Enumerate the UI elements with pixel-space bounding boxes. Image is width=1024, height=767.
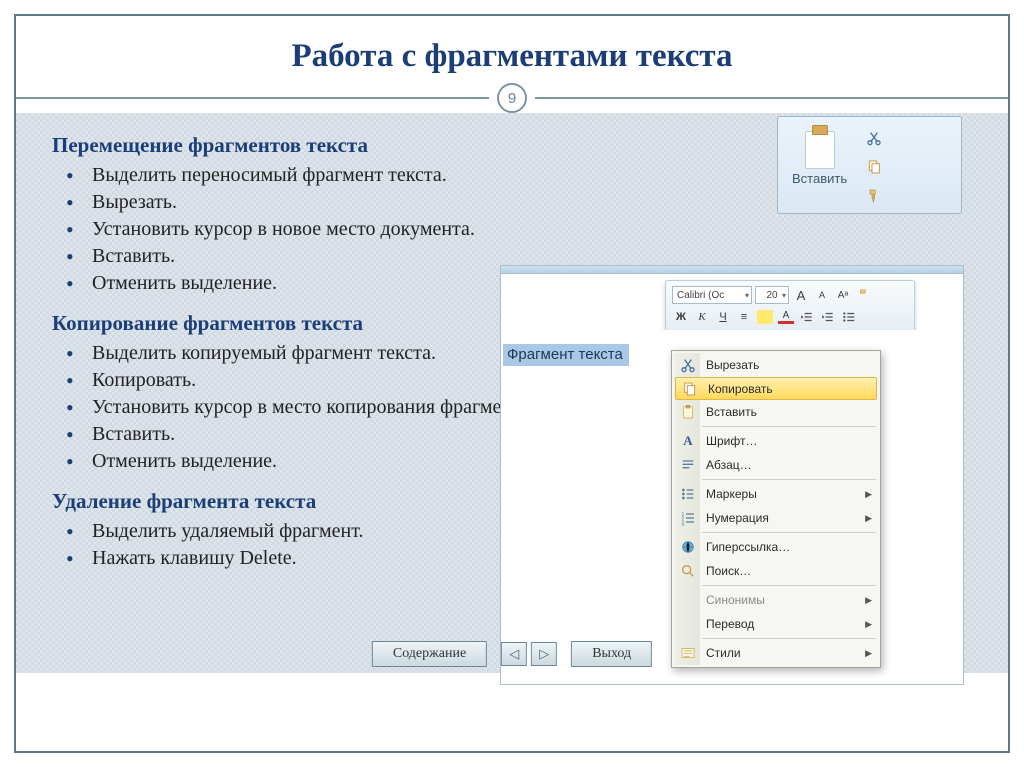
- menu-paste[interactable]: Вставить: [674, 400, 878, 424]
- shrink-font-button[interactable]: A: [813, 286, 831, 304]
- menu-label: Шрифт…: [706, 434, 872, 448]
- menu-label: Вырезать: [706, 358, 872, 372]
- submenu-arrow-icon: ▶: [865, 595, 872, 606]
- exit-button[interactable]: Выход: [571, 641, 652, 667]
- align-center-button[interactable]: ≡: [735, 308, 753, 326]
- paragraph-icon: [678, 455, 698, 475]
- submenu-arrow-icon: ▶: [865, 513, 872, 524]
- blank-icon: [678, 614, 698, 634]
- submenu-arrow-icon: ▶: [865, 619, 872, 630]
- svg-text:3: 3: [681, 521, 684, 526]
- menu-label: Синонимы: [706, 593, 857, 607]
- prev-button[interactable]: ◁: [501, 642, 527, 666]
- triangle-right-icon: ▷: [539, 646, 549, 662]
- italic-button[interactable]: К: [693, 308, 711, 326]
- triangle-left-icon: ◁: [509, 646, 519, 662]
- format-painter-icon[interactable]: [855, 286, 873, 304]
- bullets-button[interactable]: [840, 308, 858, 326]
- styles-icon: [678, 643, 698, 663]
- menu-label: Нумерация: [706, 511, 857, 525]
- font-combo[interactable]: Calibri (Ос: [672, 286, 752, 304]
- menu-label: Абзац…: [706, 458, 872, 472]
- scissors-icon: [678, 355, 698, 375]
- menu-label: Вставить: [706, 405, 872, 419]
- grow-font-button[interactable]: A: [792, 286, 810, 304]
- context-menu: Вырезать Копировать Вставить: [671, 350, 881, 668]
- highlight-button[interactable]: [756, 308, 774, 326]
- submenu-arrow-icon: ▶: [865, 648, 872, 659]
- copy-icon: [680, 379, 700, 399]
- hyperlink-icon: [678, 537, 698, 557]
- content-area: Перемещение фрагментов текста Выделить п…: [16, 113, 1008, 673]
- increase-indent-button[interactable]: [819, 308, 837, 326]
- menu-label: Перевод: [706, 617, 857, 631]
- bottom-nav: Содержание ◁ ▷ Выход: [372, 641, 652, 667]
- menu-cut[interactable]: Вырезать: [674, 353, 878, 377]
- font-size-combo[interactable]: 20: [755, 286, 789, 304]
- menu-bullets[interactable]: Маркеры ▶: [674, 482, 878, 506]
- menu-translate[interactable]: Перевод ▶: [674, 612, 878, 636]
- paste-icon: [678, 402, 698, 422]
- menu-label: Копировать: [708, 382, 870, 396]
- search-icon: [678, 561, 698, 581]
- decrease-indent-button[interactable]: [798, 308, 816, 326]
- numbering-icon: 123: [678, 508, 698, 528]
- contents-button[interactable]: Содержание: [372, 641, 487, 667]
- menu-copy[interactable]: Копировать: [675, 377, 877, 400]
- selected-text: Фрагмент текста: [503, 344, 629, 366]
- font-icon: A: [678, 431, 698, 451]
- menu-label: Стили: [706, 646, 857, 660]
- paste-label: Вставить: [792, 171, 847, 186]
- paste-button[interactable]: Вставить: [786, 123, 853, 207]
- menu-label: Маркеры: [706, 487, 857, 501]
- copy-icon[interactable]: [863, 156, 885, 178]
- cut-icon[interactable]: [863, 127, 885, 149]
- change-case-button[interactable]: Aᵃ: [834, 286, 852, 304]
- clipboard-ribbon-group: Вставить: [777, 116, 962, 214]
- menu-numbering[interactable]: 123 Нумерация ▶: [674, 506, 878, 530]
- blank-icon: [678, 590, 698, 610]
- menu-label: Гиперссылка…: [706, 540, 872, 554]
- menu-synonyms[interactable]: Синонимы ▶: [674, 588, 878, 612]
- next-button[interactable]: ▷: [531, 642, 557, 666]
- menu-paragraph[interactable]: Абзац…: [674, 453, 878, 477]
- page-number-divider: 9: [16, 83, 1008, 113]
- font-color-button[interactable]: A: [777, 308, 795, 326]
- format-painter-icon[interactable]: [863, 185, 885, 207]
- menu-font[interactable]: A Шрифт…: [674, 429, 878, 453]
- word-window: Calibri (Ос 20 A A Aᵃ Ж К Ч ≡ A: [500, 265, 964, 685]
- menu-hyperlink[interactable]: Гиперссылка…: [674, 535, 878, 559]
- underline-button[interactable]: Ч: [714, 308, 732, 326]
- bullets-icon: [678, 484, 698, 504]
- clipboard-icon: [801, 125, 839, 169]
- bold-button[interactable]: Ж: [672, 308, 690, 326]
- window-titlebar: [501, 266, 963, 274]
- mini-toolbar: Calibri (Ос 20 A A Aᵃ Ж К Ч ≡ A: [665, 280, 915, 332]
- menu-label: Поиск…: [706, 564, 872, 578]
- list-item: Установить курсор в новое место документ…: [52, 216, 1008, 243]
- page-number: 9: [497, 83, 527, 113]
- slide-title: Работа с фрагментами текста: [16, 16, 1008, 85]
- menu-styles[interactable]: Стили ▶: [674, 641, 878, 665]
- submenu-arrow-icon: ▶: [865, 489, 872, 500]
- menu-search[interactable]: Поиск…: [674, 559, 878, 583]
